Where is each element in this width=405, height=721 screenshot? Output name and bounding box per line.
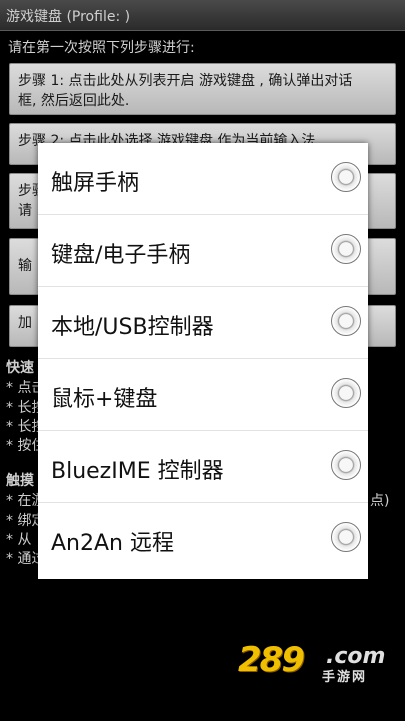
watermark-sub: 手游网: [322, 670, 368, 685]
option-label: BluezIME 控制器: [51, 459, 224, 484]
radio-icon[interactable]: [331, 162, 361, 192]
option-bluezime-controller[interactable]: BluezIME 控制器: [38, 431, 368, 503]
touch-bullet: * 从: [6, 532, 32, 548]
option-an2an-remote[interactable]: An2An 远程: [38, 503, 368, 579]
option-label: 本地/USB控制器: [51, 315, 214, 340]
touch-right-text: 点): [370, 493, 390, 509]
option-touch-gamepad[interactable]: 触屏手柄: [38, 143, 368, 215]
option-label: An2An 远程: [51, 531, 174, 556]
option-usb-controller[interactable]: 本地/USB控制器: [38, 287, 368, 359]
option-label: 触屏手柄: [51, 171, 140, 196]
radio-icon[interactable]: [331, 450, 361, 480]
step-1-line-1: 步骤 1: 点击此处从列表开启 游戏键盘 , 确认弹出对话: [18, 73, 353, 89]
watermark-number: 289: [238, 640, 305, 680]
radio-icon[interactable]: [331, 378, 361, 408]
radio-icon[interactable]: [331, 234, 361, 264]
quick-section-label: 快速: [6, 360, 34, 376]
step-1-button[interactable]: 步骤 1: 点击此处从列表开启 游戏键盘 , 确认弹出对话 框, 然后返回此处.: [9, 63, 396, 115]
option-label: 鼠标+键盘: [51, 387, 158, 412]
title-bar: 游戏键盘 (Profile: ): [0, 0, 405, 31]
option-label: 键盘/电子手柄: [51, 243, 191, 268]
controller-select-dialog: 触屏手柄 键盘/电子手柄 本地/USB控制器 鼠标+键盘 BluezIME 控制…: [38, 143, 368, 579]
instruction-text: 请在第一次按照下列步骤进行:: [8, 40, 195, 56]
radio-icon[interactable]: [331, 522, 361, 552]
option-keyboard-gamepad[interactable]: 键盘/电子手柄: [38, 215, 368, 287]
radio-icon[interactable]: [331, 306, 361, 336]
option-mouse-keyboard[interactable]: 鼠标+键盘: [38, 359, 368, 431]
watermark-logo: 289 .com 手游网: [238, 640, 388, 685]
step-1-line-2: 框, 然后返回此处.: [18, 93, 130, 109]
app-title: 游戏键盘 (Profile: ): [6, 9, 131, 25]
touch-section-label: 触摸: [6, 473, 34, 489]
